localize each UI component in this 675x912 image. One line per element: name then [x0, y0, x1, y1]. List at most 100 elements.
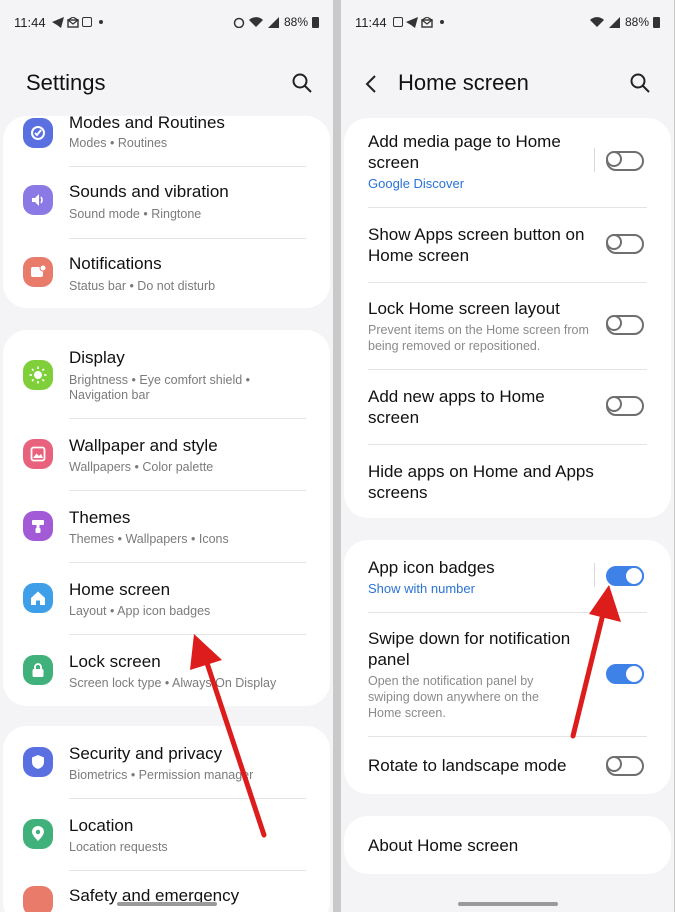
home-settings-group-1: Add media page to Home screen Google Dis…	[344, 118, 671, 518]
shield-icon	[23, 747, 53, 777]
telegram-icon	[51, 16, 64, 28]
location-pin-icon	[23, 819, 53, 849]
settings-group-1: Modes and Routines Modes • Routines Soun…	[3, 113, 330, 310]
settings-item-title: Notifications	[69, 254, 162, 273]
settings-item-title: Modes and Routines	[69, 113, 225, 132]
settings-item-title: Display	[69, 348, 125, 367]
status-right: 88%	[233, 15, 319, 29]
vertical-divider	[594, 148, 595, 172]
setting-show-apps-button[interactable]: Show Apps screen button on Home screen	[344, 208, 671, 282]
vertical-divider	[594, 563, 595, 587]
lock-layout-toggle[interactable]	[606, 315, 644, 335]
back-arrow-icon[interactable]	[365, 74, 377, 94]
settings-item-title: Themes	[69, 508, 131, 527]
settings-item-location[interactable]: Location Location requests	[3, 798, 330, 870]
settings-item-subtitle: Themes • Wallpapers • Icons	[69, 532, 229, 546]
status-time: 11:44	[355, 14, 387, 30]
more-notifications-dot	[98, 20, 103, 24]
rotate-landscape-toggle[interactable]	[606, 756, 644, 776]
sun-icon	[23, 360, 53, 390]
notification-icons	[51, 16, 103, 28]
settings-item-subtitle: Wallpapers • Color palette	[69, 460, 214, 474]
notification-icons	[392, 16, 444, 28]
setting-title: Rotate to landscape mode	[368, 756, 567, 775]
divider	[69, 166, 306, 167]
settings-panel: 11:44 88% Settings Modes and Routines Mo…	[0, 0, 333, 912]
battery-icon	[653, 16, 660, 28]
status-bar: 11:44 88%	[14, 12, 319, 32]
page-title: Home screen	[398, 70, 529, 95]
battery-percent: 88%	[283, 15, 308, 29]
setting-title: Hide apps on Home and Apps screens	[368, 462, 594, 502]
page-title: Settings	[26, 70, 106, 95]
alarm-icon	[233, 17, 245, 28]
setting-app-icon-badges[interactable]: App icon badges Show with number	[344, 540, 671, 612]
mail-icon	[420, 16, 433, 28]
gallery-icon	[392, 17, 403, 27]
setting-lock-layout[interactable]: Lock Home screen layout Prevent items on…	[344, 282, 671, 368]
settings-item-themes[interactable]: Themes Themes • Wallpapers • Icons	[3, 490, 330, 562]
setting-description: Prevent items on the Home screen from be…	[368, 323, 589, 353]
add-new-apps-toggle[interactable]	[606, 396, 644, 416]
wifi-icon	[248, 16, 263, 27]
setting-title: App icon badges	[368, 558, 495, 577]
home-screen-settings-panel: 11:44 88% Home screen Add media page to …	[341, 0, 674, 912]
settings-item-title: Sounds and vibration	[69, 182, 229, 201]
settings-item-title: Wallpaper and style	[69, 436, 218, 455]
speaker-icon	[23, 185, 53, 215]
panel-divider	[334, 0, 340, 912]
settings-item-wallpaper-style[interactable]: Wallpaper and style Wallpapers • Color p…	[3, 418, 330, 490]
settings-item-subtitle: Sound mode • Ringtone	[69, 207, 202, 221]
telegram-icon	[405, 16, 418, 28]
gesture-bar[interactable]	[116, 902, 217, 906]
home-settings-group-2: App icon badges Show with number Swipe d…	[344, 540, 671, 794]
settings-item-notifications[interactable]: Notifications Status bar • Do not distur…	[3, 246, 330, 310]
swipe-down-toggle[interactable]	[606, 664, 644, 684]
settings-group-3: Security and privacy Biometrics • Permis…	[3, 726, 330, 912]
settings-item-subtitle: Location requests	[69, 840, 168, 854]
setting-hide-apps[interactable]: Hide apps on Home and Apps screens	[344, 444, 671, 518]
wifi-icon	[589, 16, 604, 27]
settings-item-home-screen[interactable]: Home screen Layout • App icon badges	[3, 562, 330, 634]
settings-item-subtitle: Layout • App icon badges	[69, 604, 211, 618]
setting-swipe-down-notification[interactable]: Swipe down for notification panel Open t…	[344, 612, 671, 736]
setting-rotate-landscape[interactable]: Rotate to landscape mode	[344, 736, 671, 794]
settings-item-subtitle: Status bar • Do not disturb	[69, 279, 216, 293]
mail-icon	[66, 16, 79, 28]
settings-item-sounds-vibration[interactable]: Sounds and vibration Sound mode • Ringto…	[3, 174, 330, 238]
setting-title: Swipe down for notification panel	[368, 629, 571, 669]
search-icon[interactable]	[630, 73, 650, 93]
more-notifications-dot	[439, 20, 444, 24]
settings-item-title: Location	[69, 816, 134, 835]
settings-item-lock-screen[interactable]: Lock screen Screen lock type • Always On…	[3, 634, 330, 706]
lock-icon	[23, 655, 53, 685]
signal-icon	[608, 16, 620, 28]
add-media-page-toggle[interactable]	[606, 151, 644, 171]
app-icon-badges-toggle[interactable]	[606, 566, 644, 586]
about-home-screen-card[interactable]: About Home screen	[344, 816, 671, 874]
status-bar: 11:44 88%	[355, 12, 660, 32]
settings-group-2: Display Brightness • Eye comfort shield …	[3, 330, 330, 706]
settings-item-title: Lock screen	[69, 652, 161, 671]
settings-item-display[interactable]: Display Brightness • Eye comfort shield …	[3, 330, 330, 418]
settings-item-title: Security and privacy	[69, 744, 223, 763]
setting-link[interactable]: Google Discover	[368, 176, 464, 191]
settings-item-security-privacy[interactable]: Security and privacy Biometrics • Permis…	[3, 726, 330, 798]
setting-link[interactable]: Show with number	[368, 581, 475, 596]
setting-title: Show Apps screen button on Home screen	[368, 225, 585, 265]
status-right: 88%	[589, 15, 660, 29]
show-apps-button-toggle[interactable]	[606, 234, 644, 254]
notifications-icon	[23, 257, 53, 287]
gesture-bar[interactable]	[457, 902, 558, 906]
settings-item-subtitle: Modes • Routines	[69, 136, 168, 150]
divider	[69, 238, 306, 239]
settings-item-subtitle: Brightness • Eye comfort shield •	[69, 373, 251, 387]
home-icon	[23, 583, 53, 613]
setting-add-media-page[interactable]: Add media page to Home screen Google Dis…	[344, 118, 671, 208]
settings-item-subtitle: Biometrics • Permission manager	[69, 768, 254, 782]
settings-item-modes-routines[interactable]: Modes and Routines Modes • Routines	[3, 113, 330, 164]
wallpaper-icon	[23, 439, 53, 469]
setting-add-new-apps[interactable]: Add new apps to Home screen	[344, 370, 671, 444]
search-icon[interactable]	[292, 73, 312, 93]
status-time: 11:44	[14, 14, 46, 30]
